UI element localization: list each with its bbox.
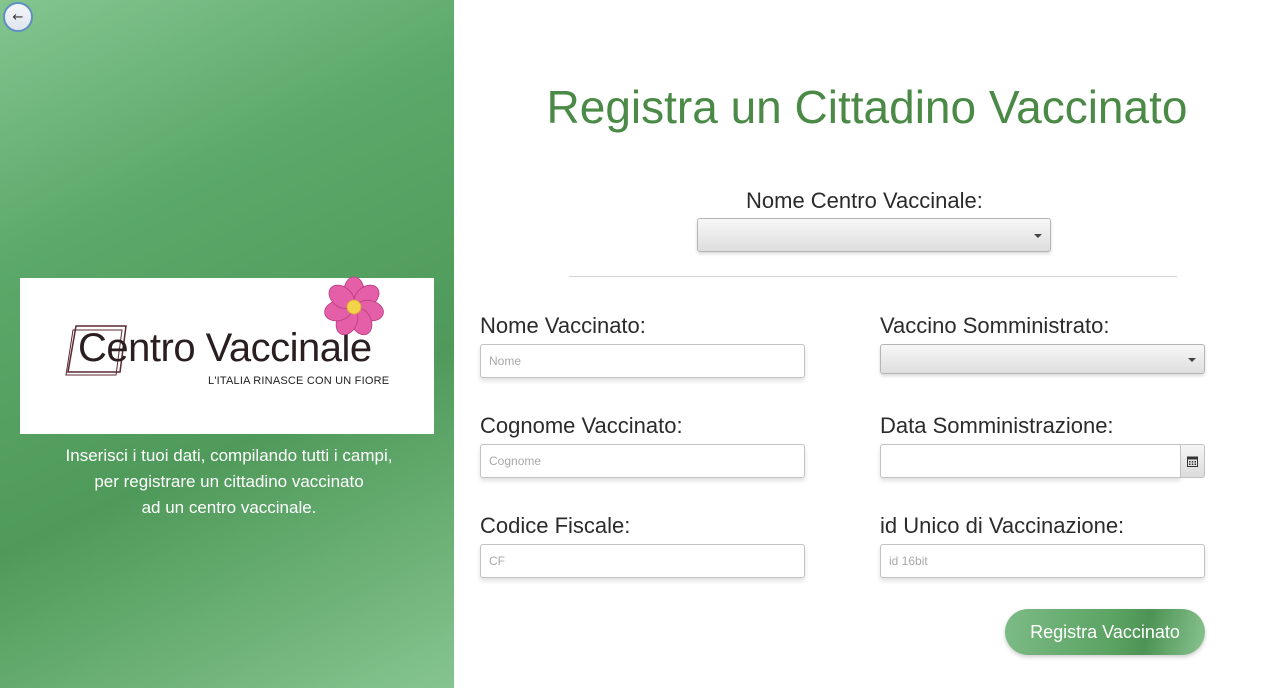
calendar-icon [1187,456,1198,467]
page-title: Registra un Cittadino Vaccinato [546,81,1188,133]
chevron-down-icon [1034,234,1042,238]
id-label: id Unico di Vaccinazione: [880,513,1125,538]
cognome-input[interactable] [480,444,805,478]
chevron-down-icon [1188,358,1196,362]
nome-input[interactable] [480,344,805,378]
vaccino-select[interactable] [880,344,1205,374]
centro-label: Nome Centro Vaccinale: [746,188,983,213]
date-input[interactable] [880,444,1181,478]
calendar-button[interactable] [1180,444,1205,478]
id-input[interactable] [880,544,1205,578]
sidebar-panel: ← Centro Vaccinale L'ITALIA RINASCE CON … [0,0,454,688]
cf-label: Codice Fiscale: [480,513,631,538]
back-button[interactable]: ← [3,2,33,32]
flower-icon [324,276,384,336]
nome-label: Nome Vaccinato: [480,313,646,338]
register-button[interactable]: Registra Vaccinato [1005,609,1205,655]
logo-tagline: L'ITALIA RINASCE CON UN FIORE [208,375,390,387]
cf-input[interactable] [480,544,805,578]
vaccino-label: Vaccino Somministrato: [880,313,1110,338]
date-picker [880,444,1205,478]
description-line: Inserisci i tuoi dati, compilando tutti … [65,446,393,465]
logo-card: Centro Vaccinale L'ITALIA RINASCE CON UN… [20,276,434,434]
sidebar-description: Inserisci i tuoi dati, compilando tutti … [0,443,458,521]
centro-select[interactable] [697,218,1051,252]
cognome-label: Cognome Vaccinato: [480,413,683,438]
back-arrow-icon: ← [12,9,24,25]
description-line: per registrare un cittadino vaccinato [94,472,364,491]
data-label: Data Somministrazione: [880,413,1114,438]
description-line: ad un centro vaccinale. [141,498,317,517]
divider [569,276,1177,277]
